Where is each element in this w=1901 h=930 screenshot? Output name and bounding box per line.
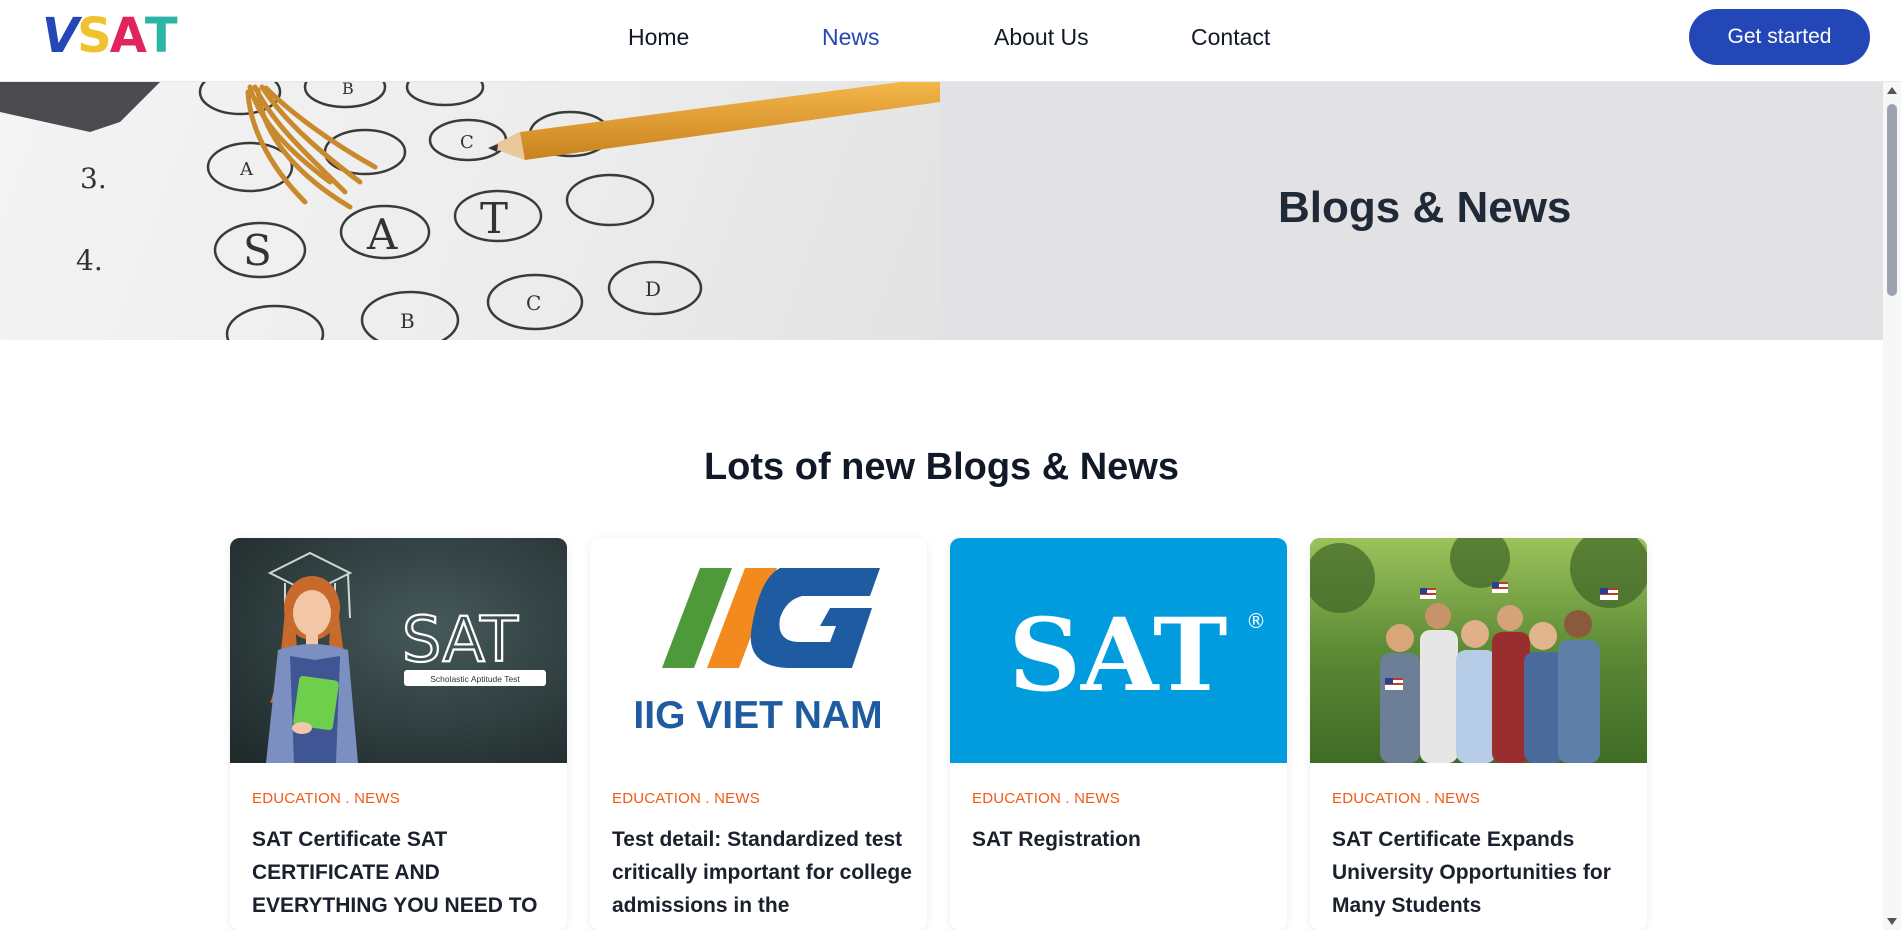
card-category[interactable]: EDUCATION . NEWS [612, 790, 760, 807]
card-title[interactable]: SAT Registration [972, 823, 1272, 856]
card-category[interactable]: EDUCATION . NEWS [972, 790, 1120, 807]
card-category[interactable]: EDUCATION . NEWS [252, 790, 400, 807]
hero-banner: 3. 4. A B C S A T B C D Blogs & News [0, 82, 1883, 340]
section-title: Lots of new Blogs & News [703, 446, 1180, 488]
card-image-subtext: Scholastic Aptitude Test [430, 674, 520, 684]
bubble-letter: A [239, 159, 254, 180]
card-image-text: SAT [402, 603, 519, 676]
scroll-up-arrow-icon[interactable] [1887, 87, 1897, 94]
nav-about-us[interactable]: About Us [994, 20, 1089, 54]
iig-logo: IIG VIET NAM [633, 568, 883, 737]
card-image-text: SAT [1009, 596, 1228, 714]
scroll-down-arrow-icon[interactable] [1887, 918, 1897, 925]
row-number: 4. [76, 244, 103, 277]
card-title[interactable]: Test detail: Standardized test criticall… [612, 823, 912, 922]
site-logo[interactable]: V S A T [42, 8, 178, 64]
get-started-button[interactable]: Get started [1689, 9, 1870, 65]
card-image-text: IIG VIET NAM [633, 694, 882, 737]
news-card[interactable]: SAT Scholastic Aptitude Test EDUCATION .… [230, 538, 567, 930]
card-category[interactable]: EDUCATION . NEWS [1332, 790, 1480, 807]
logo-letter: A [109, 8, 147, 64]
nav-news[interactable]: News [822, 20, 880, 54]
scroll-thumb[interactable] [1887, 104, 1897, 296]
bubble-letter: B [400, 309, 415, 333]
registered-mark-icon: ® [1246, 609, 1266, 633]
bubble-letter: C [526, 291, 541, 315]
news-card[interactable]: IIG VIET NAM EDUCATION . NEWS Test detai… [590, 538, 927, 930]
vertical-scrollbar[interactable] [1883, 82, 1901, 930]
page-title: Blogs & News [1278, 183, 1572, 232]
bubble-letter: B [342, 82, 354, 98]
sat-student-illustration: SAT Scholastic Aptitude Test [230, 538, 567, 763]
sat-logo: SAT ® [1009, 596, 1266, 714]
bubble-letter: A [366, 210, 398, 259]
card-image[interactable]: SAT ® [950, 538, 1287, 763]
bubble-letter: T [480, 194, 508, 243]
bubble-letter: D [645, 277, 661, 301]
card-image[interactable] [1310, 538, 1647, 763]
card-title[interactable]: SAT Certificate SAT CERTIFICATE AND EVER… [252, 823, 552, 922]
card-title[interactable]: SAT Certificate Expands University Oppor… [1332, 823, 1632, 922]
nav-contact[interactable]: Contact [1191, 20, 1270, 54]
news-card[interactable]: EDUCATION . NEWS SAT Certificate Expands… [1310, 538, 1647, 930]
card-image[interactable]: SAT Scholastic Aptitude Test [230, 538, 567, 763]
bubble-letter: C [460, 132, 474, 153]
logo-letter: S [77, 8, 112, 64]
students-with-flags-photo [1310, 538, 1647, 763]
nav-home[interactable]: Home [628, 20, 689, 54]
news-card[interactable]: SAT ® EDUCATION . NEWS SAT Registration [950, 538, 1287, 930]
bubble-letter: S [243, 226, 272, 275]
site-header: V S A T Home News About Us Contact Get s… [0, 0, 1901, 82]
card-image[interactable]: IIG VIET NAM [590, 538, 927, 763]
hero-image: 3. 4. A B C S A T B C D [0, 82, 940, 340]
logo-letter: T [144, 8, 178, 64]
row-number: 3. [80, 162, 107, 195]
sat-answer-sheet-illustration: 3. 4. A B C S A T B C D [0, 82, 940, 340]
logo-letter: V [42, 8, 79, 64]
